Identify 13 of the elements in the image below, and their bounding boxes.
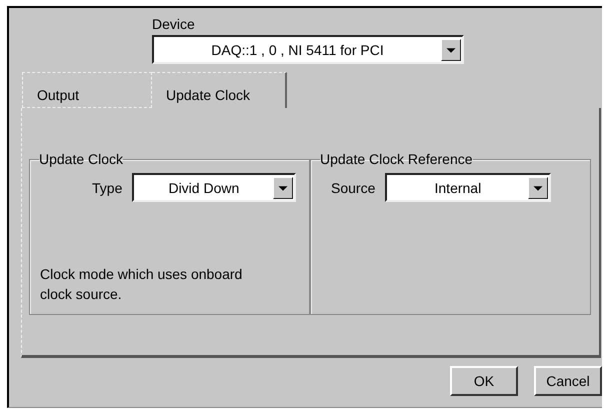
device-label: Device [152, 16, 196, 32]
device-dropdown[interactable]: DAQ::1 , 0 , NI 5411 for PCI [152, 35, 464, 64]
tab[interactable]: Output [22, 72, 152, 108]
cancel-button[interactable]: Cancel [534, 366, 602, 396]
group-title: Update Clock [39, 151, 124, 167]
ok-button[interactable]: OK [450, 366, 518, 396]
description-text: Clock mode which uses onboard clock source. [40, 265, 244, 304]
source-dropdown[interactable]: Internal [385, 173, 552, 202]
group-title: Update Clock Reference [320, 151, 473, 167]
type-dropdown[interactable]: Divid Down [132, 173, 296, 202]
field-label: Type [92, 180, 122, 196]
tab[interactable]: Update Clock [152, 72, 287, 108]
field-label: Source [331, 180, 376, 196]
